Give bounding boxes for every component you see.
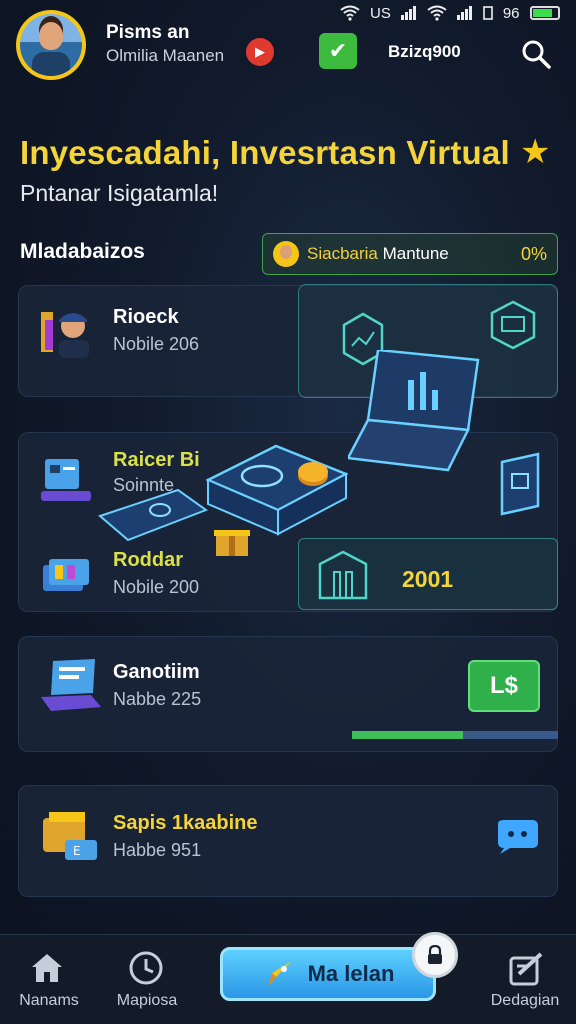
card-title: Roddar [113,549,183,571]
edit-icon[interactable] [508,952,544,986]
card-subtitle: Nobile 206 [113,334,200,354]
list-item[interactable]: E Sapis 1kaabine Habbe 951 [18,785,558,897]
nav-history-label[interactable]: Mapiosa [92,992,202,1010]
signal-icon [456,6,472,20]
history-icon[interactable] [128,950,164,986]
laptop-document-icon [41,659,101,711]
star-icon[interactable]: ★ [520,132,550,172]
lock-icon [428,945,442,964]
avatar[interactable] [16,10,86,80]
chip-label: Siacbaria Mantune [307,244,449,263]
play-icon: ▶ [255,44,265,59]
card-subtitle: Nabbe 225 [113,689,202,709]
user-progress-chip[interactable]: Siacbaria Mantune 0% [262,233,558,275]
wifi-icon [340,5,360,21]
payment-button[interactable]: L$ [468,660,540,712]
carrier-label: US [370,4,391,22]
user-subtitle: Olmilia Maanen [106,46,225,65]
svg-text:E: E [73,844,81,858]
wallet-box-icon: E [43,812,97,860]
laptop-icon [348,350,480,472]
lock-button[interactable] [412,932,458,978]
status-bar: US 96 [340,2,560,24]
coin-icon [298,462,328,486]
trader-avatar-icon [41,312,89,358]
gift-box-icon [214,530,250,556]
card-title: Rioeck [113,306,179,328]
primary-action-label: Ma lelan [307,961,395,986]
blocks-icon [43,559,89,591]
card-title: Raicer Bi [113,449,200,471]
search-icon[interactable] [518,36,554,72]
play-button[interactable]: ▶ [246,38,274,66]
building-icon [318,550,368,600]
mobile-chart-icon [500,452,540,516]
rocket-icon [267,961,292,987]
chip-avatar [273,241,299,267]
card-subtitle: Habbe 951 [113,840,202,860]
progress-fill [352,731,463,739]
page-subtitle: Pntanar Isigatamla! [20,180,219,206]
signal-icon [400,6,416,20]
card-subtitle: Nobile 200 [113,577,200,597]
battery-icon [529,6,560,20]
user-name: Pisms an [106,22,190,43]
card-title: Sapis 1kaabine [113,812,258,834]
hologram-device-icon [206,444,348,536]
check-icon: ✔ [328,38,348,63]
sim-icon [483,6,493,20]
chart-monitor-icon [41,459,91,501]
chat-icon[interactable] [494,818,540,856]
credit-card-icon [98,488,208,542]
primary-action-button[interactable]: Ma lelan [220,947,436,1001]
nav-profile-label[interactable]: Dedagian [470,992,576,1010]
card-title: Ganotiim [113,661,200,683]
wifi-icon [427,5,447,21]
verified-button[interactable]: ✔ [319,33,357,69]
chip-percent: 0% [520,243,547,264]
page-title: Inyescadahi, Invesrtasn Virtual [20,134,510,171]
balance-value: Bzizq900 [388,42,461,61]
year-value: 2001 [402,566,454,592]
home-icon[interactable] [30,952,64,984]
hexagon-screen-icon [490,300,536,350]
section-label: Mladabaizos [20,240,145,263]
battery-percent: 96 [502,4,520,22]
nav-home-label[interactable]: Nanams [0,992,104,1010]
